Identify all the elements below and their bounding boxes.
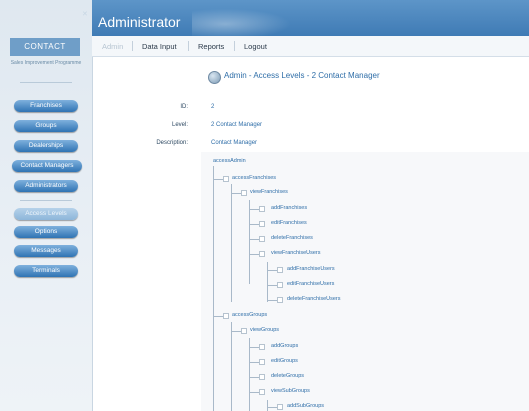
- nav-admin[interactable]: Admin: [102, 42, 123, 51]
- tree-checkbox[interactable]: [277, 404, 283, 410]
- tree-node-edit-franchise-users[interactable]: editFranchiseUsers: [287, 281, 334, 287]
- tree-line: [231, 184, 232, 302]
- sidebar: CONTACT Sales Improvement Programme Fran…: [0, 0, 93, 411]
- tree-line: [267, 400, 268, 411]
- tree-node-view-franchise-users[interactable]: viewFranchiseUsers: [271, 250, 321, 256]
- tree-checkbox[interactable]: [259, 374, 265, 380]
- tree-line: [213, 166, 214, 411]
- sidebar-item-options[interactable]: Options: [14, 226, 78, 238]
- tree-node-access-groups[interactable]: accessGroups: [232, 312, 267, 318]
- tree-checkbox[interactable]: [223, 176, 229, 182]
- header-decoration: [192, 6, 302, 36]
- tree-node-edit-groups[interactable]: editGroups: [271, 358, 298, 364]
- header-title: Administrator: [98, 14, 181, 30]
- sidebar-item-franchises[interactable]: Franchises: [14, 100, 78, 112]
- tree-checkbox[interactable]: [259, 389, 265, 395]
- level-label: Level:: [171, 122, 188, 128]
- tree-checkbox[interactable]: [277, 297, 283, 303]
- tree-node-add-franchises[interactable]: addFranchises: [271, 205, 307, 211]
- sidebar-item-dealerships[interactable]: Dealerships: [14, 140, 78, 152]
- tree-line: [231, 322, 232, 411]
- access-level-icon: [208, 71, 221, 84]
- tree-checkbox[interactable]: [277, 282, 283, 288]
- description-label: Description:: [156, 140, 188, 146]
- tree-checkbox[interactable]: [277, 267, 283, 273]
- sidebar-item-messages[interactable]: Messages: [14, 245, 78, 257]
- tree-node-access-admin[interactable]: accessAdmin: [213, 158, 246, 164]
- sidebar-item-contact-managers[interactable]: Contact Managers: [12, 160, 82, 172]
- tree-node-add-groups[interactable]: addGroups: [271, 343, 298, 349]
- header-bar: Administrator: [92, 0, 529, 36]
- tree-node-delete-franchise-users[interactable]: deleteFranchiseUsers: [287, 296, 341, 302]
- tree-node-delete-groups[interactable]: deleteGroups: [271, 373, 304, 379]
- tree-checkbox[interactable]: [259, 236, 265, 242]
- id-label: ID:: [180, 104, 188, 110]
- close-icon[interactable]: ✕: [82, 10, 88, 18]
- tree-line: [249, 338, 250, 411]
- level-value: 2 Contact Manager: [211, 122, 263, 128]
- description-value: Contact Manager: [211, 140, 258, 146]
- tree-node-delete-franchises[interactable]: deleteFranchises: [271, 235, 313, 241]
- sidebar-item-administrators[interactable]: Administrators: [14, 180, 78, 192]
- nav-data-input[interactable]: Data Input: [142, 42, 177, 51]
- tree-node-access-franchises[interactable]: accessFranchises: [232, 175, 276, 181]
- sidebar-item-terminals[interactable]: Terminals: [14, 265, 78, 277]
- page-title: Admin - Access Levels - 2 Contact Manage…: [224, 71, 380, 80]
- tree-node-add-sub-groups[interactable]: addSubGroups: [287, 403, 324, 409]
- tree-line: [249, 200, 250, 284]
- tree-checkbox[interactable]: [241, 190, 247, 196]
- tree-node-edit-franchises[interactable]: editFranchises: [271, 220, 307, 226]
- sidebar-item-groups[interactable]: Groups: [14, 120, 78, 132]
- tree-checkbox[interactable]: [259, 221, 265, 227]
- tree-node-view-sub-groups[interactable]: viewSubGroups: [271, 388, 310, 394]
- sidebar-item-access-levels[interactable]: Access Levels: [14, 208, 78, 220]
- tree-checkbox[interactable]: [259, 251, 265, 257]
- nav-separator: [188, 41, 189, 51]
- nav-reports[interactable]: Reports: [198, 42, 224, 51]
- id-value: 2: [211, 104, 215, 110]
- nav-separator: [132, 41, 133, 51]
- app-logo: CONTACT: [10, 38, 80, 56]
- tree-checkbox[interactable]: [259, 344, 265, 350]
- sidebar-divider: [20, 82, 72, 83]
- nav-logout[interactable]: Logout: [244, 42, 267, 51]
- sidebar-divider: [20, 200, 72, 201]
- app-tagline: Sales Improvement Programme: [10, 60, 82, 66]
- tree-line: [267, 262, 268, 302]
- nav-separator: [234, 41, 235, 51]
- top-nav: Admin Data Input Reports Logout: [92, 36, 529, 57]
- tree-checkbox[interactable]: [241, 328, 247, 334]
- tree-checkbox[interactable]: [259, 359, 265, 365]
- tree-checkbox[interactable]: [223, 313, 229, 319]
- tree-checkbox[interactable]: [259, 206, 265, 212]
- tree-node-view-groups[interactable]: viewGroups: [250, 327, 279, 333]
- access-tree: accessAdmin accessFranchises viewFranchi…: [201, 152, 529, 411]
- tree-node-add-franchise-users[interactable]: addFranchiseUsers: [287, 266, 335, 272]
- tree-node-view-franchises[interactable]: viewFranchises: [250, 189, 288, 195]
